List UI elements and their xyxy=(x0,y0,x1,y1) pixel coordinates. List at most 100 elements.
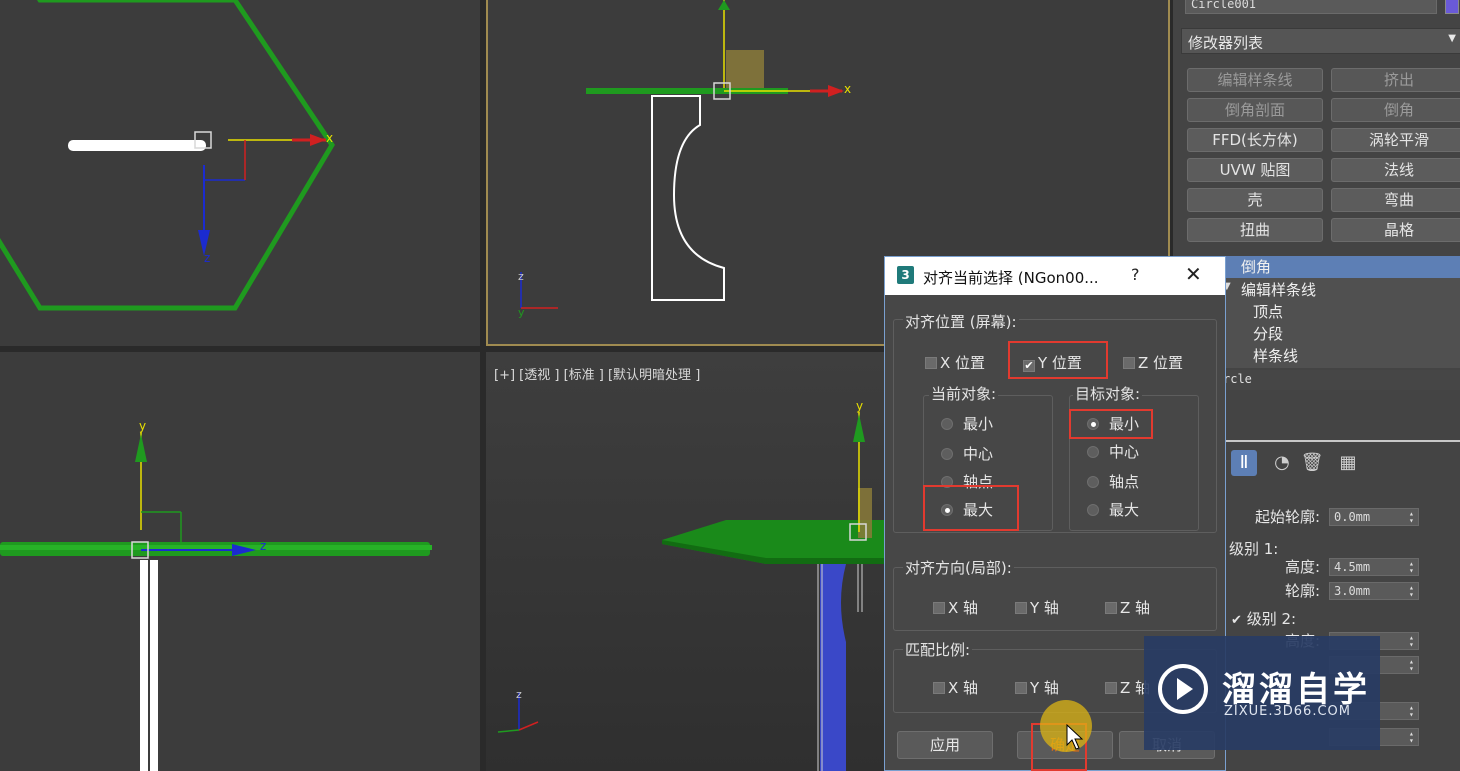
checkbox-box xyxy=(1123,357,1135,369)
current-min-radio[interactable]: 最小 xyxy=(941,413,993,434)
orient-z-label: Z 轴 xyxy=(1120,599,1151,617)
current-object-title: 当前对象: xyxy=(929,383,999,404)
help-button[interactable]: ? xyxy=(1131,265,1140,284)
watermark: 溜溜自学 ZIXUE.3D66.COM xyxy=(1144,636,1380,750)
target-pivot-label: 轴点 xyxy=(1109,473,1140,491)
current-center-radio[interactable]: 中心 xyxy=(941,443,993,464)
trash-icon[interactable]: 🗑 xyxy=(1299,450,1325,476)
hexagon-shape xyxy=(0,0,335,311)
svg-text:y: y xyxy=(856,399,863,413)
target-object-title: 目标对象: xyxy=(1073,383,1143,404)
modifier-button[interactable]: 编辑样条线 xyxy=(1187,68,1323,92)
dialog-titlebar[interactable]: 3 对齐当前选择 (NGon00... ? ✕ xyxy=(885,257,1225,295)
height-spinner[interactable]: 4.5mm xyxy=(1329,558,1419,576)
modifier-button[interactable]: 倒角 xyxy=(1331,98,1460,122)
scale-y-checkbox[interactable]: Y 轴 xyxy=(1015,677,1059,698)
stack-item-base-object[interactable]: rcle xyxy=(1217,370,1460,390)
modifier-button[interactable]: 法线 xyxy=(1331,158,1460,182)
svg-text:x: x xyxy=(326,131,333,145)
svg-text:y: y xyxy=(139,419,146,433)
start-outline-label: 起始轮廓: xyxy=(1255,508,1321,526)
stack-item-edit-spline[interactable]: ▼ 编辑样条线 xyxy=(1217,279,1460,301)
z-position-label: Z 位置 xyxy=(1138,354,1184,372)
stack-item-bevel[interactable]: 倒角 xyxy=(1217,256,1460,278)
radio-dot xyxy=(1087,446,1099,458)
app-logo-icon: 3 xyxy=(897,266,914,284)
stack-sub-segment[interactable]: 分段 xyxy=(1217,323,1460,345)
modifier-button[interactable]: UVW 贴图 xyxy=(1187,158,1323,182)
match-scale-title: 匹配比例: xyxy=(903,639,973,660)
scale-y-label: Y 轴 xyxy=(1030,679,1059,697)
checkbox-box xyxy=(933,602,945,614)
play-logo-icon xyxy=(1158,664,1208,714)
radio-dot xyxy=(941,418,953,430)
object-color-swatch[interactable] xyxy=(1445,0,1459,14)
modifier-list-label: 修改器列表 xyxy=(1188,34,1264,52)
outline-spinner[interactable]: 3.0mm xyxy=(1329,582,1419,600)
chevron-down-icon: ▼ xyxy=(1448,33,1456,44)
configure-sets-icon[interactable]: ▦ xyxy=(1335,450,1361,476)
highlight-current-max xyxy=(923,485,1019,531)
outline-label: 轮廓: xyxy=(1285,582,1321,600)
radio-dot xyxy=(941,448,953,460)
modifier-button[interactable]: 壳 xyxy=(1187,188,1323,212)
checkbox-box xyxy=(1105,682,1117,694)
viewport-left[interactable]: y z xyxy=(0,352,480,771)
radio-dot xyxy=(1087,504,1099,516)
target-max-radio[interactable]: 最大 xyxy=(1087,499,1139,520)
viewport-top[interactable]: x z xyxy=(0,0,480,346)
checkbox-box xyxy=(1015,602,1027,614)
svg-text:y: y xyxy=(518,306,525,319)
align-orientation-title: 对齐方向(局部): xyxy=(903,557,1014,578)
stack-item-edit-spline-label: 编辑样条线 xyxy=(1241,281,1317,299)
stack-sub-spline[interactable]: 样条线 xyxy=(1217,345,1460,367)
checkbox-box xyxy=(925,357,937,369)
level2-checkbox[interactable]: ✔ 级别 2: xyxy=(1231,608,1296,629)
modifier-button[interactable]: 倒角剖面 xyxy=(1187,98,1323,122)
mouse-cursor-icon xyxy=(1066,724,1084,750)
modifier-button[interactable]: 晶格 xyxy=(1331,218,1460,242)
svg-text:x: x xyxy=(844,82,851,96)
orient-y-checkbox[interactable]: Y 轴 xyxy=(1015,597,1059,618)
target-pivot-radio[interactable]: 轴点 xyxy=(1087,471,1139,492)
dialog-title: 对齐当前选择 (NGon00... xyxy=(923,269,1099,287)
object-name-field[interactable]: Circle001 xyxy=(1185,0,1437,14)
start-outline-spinner[interactable]: 0.0mm xyxy=(1329,508,1419,526)
target-center-radio[interactable]: 中心 xyxy=(1087,441,1139,462)
stack-sub-vertex[interactable]: 顶点 xyxy=(1217,301,1460,323)
orient-z-checkbox[interactable]: Z 轴 xyxy=(1105,597,1150,618)
orient-y-label: Y 轴 xyxy=(1030,599,1059,617)
orient-x-checkbox[interactable]: X 轴 xyxy=(933,597,978,618)
modifier-button[interactable]: 挤出 xyxy=(1331,68,1460,92)
align-position-title: 对齐位置 (屏幕): xyxy=(903,311,1019,332)
x-position-checkbox[interactable]: X 位置 xyxy=(925,352,985,373)
apply-button[interactable]: 应用 xyxy=(897,731,993,759)
modifier-stack: 倒角 ▼ 编辑样条线 顶点 分段 样条线 xyxy=(1217,256,1460,368)
stack-toolbar: Ⅱ ◔ 🗑 ▦ xyxy=(1217,440,1460,490)
svg-text:z: z xyxy=(516,688,522,701)
height-label: 高度: xyxy=(1285,558,1321,576)
svg-text:z: z xyxy=(204,251,210,265)
viewport-left-canvas: y z xyxy=(0,419,432,771)
checkbox-box xyxy=(1105,602,1117,614)
svg-text:z: z xyxy=(260,539,266,553)
pin-stack-icon[interactable]: Ⅱ xyxy=(1231,450,1257,476)
current-center-label: 中心 xyxy=(963,445,994,463)
max-workspace: x z x z y y z [+] [透视] [标准] [默认明暗处理] … xyxy=(0,0,1460,771)
modifier-button[interactable]: FFD(长方体) xyxy=(1187,128,1323,152)
scale-x-checkbox[interactable]: X 轴 xyxy=(933,677,978,698)
x-position-label: X 位置 xyxy=(940,354,986,372)
modifier-button[interactable]: 涡轮平滑 xyxy=(1331,128,1460,152)
z-position-checkbox[interactable]: Z 位置 xyxy=(1123,352,1183,373)
highlight-target-min xyxy=(1069,409,1153,439)
current-min-label: 最小 xyxy=(963,415,994,433)
target-center-label: 中心 xyxy=(1109,443,1140,461)
show-end-result-icon[interactable]: ◔ xyxy=(1269,450,1295,476)
close-button[interactable]: ✕ xyxy=(1185,262,1202,286)
level2-label: 级别 2: xyxy=(1246,610,1297,628)
modifier-button[interactable]: 弯曲 xyxy=(1331,188,1460,212)
modifier-button[interactable]: 扭曲 xyxy=(1187,218,1323,242)
chair-leg-profile xyxy=(651,95,725,301)
target-max-label: 最大 xyxy=(1109,501,1140,519)
modifier-list-dropdown[interactable]: 修改器列表 ▼ xyxy=(1181,28,1460,54)
